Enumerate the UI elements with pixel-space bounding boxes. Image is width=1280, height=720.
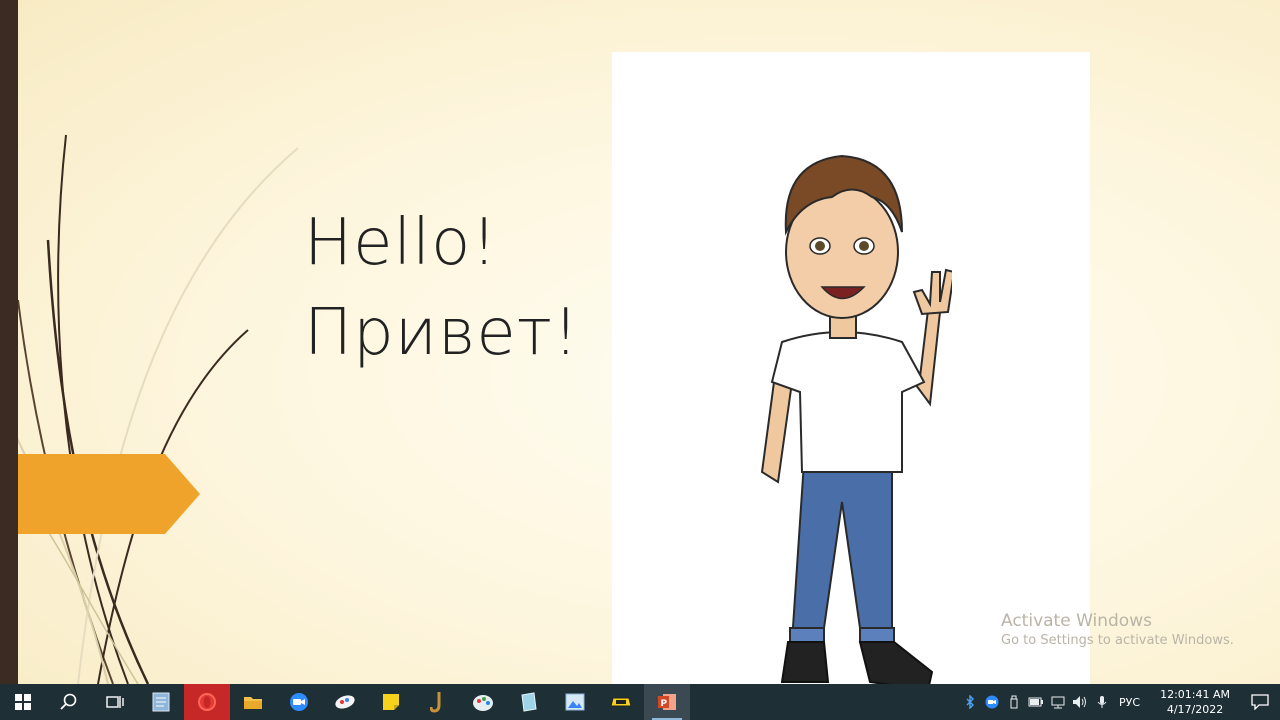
document-icon: [152, 692, 170, 712]
task-view-button[interactable]: [92, 684, 138, 720]
orange-arrow-tab: [18, 454, 200, 534]
windows-logo-icon: [15, 694, 31, 710]
book-icon: [521, 692, 537, 712]
start-button[interactable]: [0, 684, 46, 720]
sticky-note-icon: [383, 694, 399, 710]
windows-taskbar: P РУС 12:01:41 AM 4/17/2022: [0, 684, 1280, 720]
microphone-icon[interactable]: [1091, 684, 1113, 720]
svg-text:P: P: [661, 699, 668, 709]
watermark-subtitle: Go to Settings to activate Windows.: [1001, 633, 1234, 648]
avatar-picture: [612, 52, 1090, 684]
app-zoom[interactable]: [276, 684, 322, 720]
title-line-russian: Привет!: [304, 296, 580, 370]
battery-icon[interactable]: [1025, 684, 1047, 720]
app-sax[interactable]: [414, 684, 460, 720]
palette-icon: [473, 695, 493, 711]
app-file-explorer[interactable]: [230, 684, 276, 720]
camera-icon: [290, 693, 308, 711]
bluetooth-icon[interactable]: [959, 684, 981, 720]
task-view-icon: [106, 696, 124, 708]
clock[interactable]: 12:01:41 AM 4/17/2022: [1150, 687, 1240, 717]
input-language-indicator[interactable]: РУС: [1113, 696, 1150, 709]
window-left-edge: [0, 0, 18, 684]
system-tray: РУС 12:01:41 AM 4/17/2022: [959, 684, 1280, 720]
activate-windows-watermark: Activate Windows Go to Settings to activ…: [1001, 610, 1234, 650]
folder-icon: [244, 697, 262, 709]
clock-time: 12:01:41 AM: [1160, 688, 1230, 701]
app-opera[interactable]: [184, 684, 230, 720]
volume-icon[interactable]: [1069, 684, 1091, 720]
rw-icon: [610, 697, 632, 707]
app-notepad[interactable]: [138, 684, 184, 720]
action-center-button[interactable]: [1240, 684, 1280, 720]
presentation-slide: Hello! Привет! Activate Windows Go to Se…: [18, 0, 1280, 684]
app-notebook[interactable]: [506, 684, 552, 720]
app-paint-3d[interactable]: [322, 684, 368, 720]
slide-title: Hello! Привет!: [304, 198, 580, 378]
clock-date: 4/17/2022: [1166, 703, 1224, 716]
title-line-english: Hello!: [304, 206, 498, 280]
waving-boy-avatar: [760, 154, 952, 684]
app-powerpoint[interactable]: P: [644, 684, 690, 720]
picture-icon: [565, 693, 585, 711]
opera-icon: [198, 693, 216, 711]
watermark-title: Activate Windows: [1001, 611, 1152, 631]
zoom-tray-icon[interactable]: [981, 684, 1003, 720]
powerpoint-icon: P: [658, 694, 676, 710]
search-button[interactable]: [46, 684, 92, 720]
saxophone-icon: [430, 692, 441, 713]
app-rw[interactable]: [598, 684, 644, 720]
notification-icon: [1251, 694, 1269, 710]
app-photos[interactable]: [552, 684, 598, 720]
app-sticky-notes[interactable]: [368, 684, 414, 720]
paint-icon: [335, 695, 355, 709]
network-icon[interactable]: [1047, 684, 1069, 720]
decorative-grass-lines: [18, 134, 299, 684]
usb-drive-icon[interactable]: [1003, 684, 1025, 720]
search-icon: [60, 693, 77, 710]
app-paint[interactable]: [460, 684, 506, 720]
